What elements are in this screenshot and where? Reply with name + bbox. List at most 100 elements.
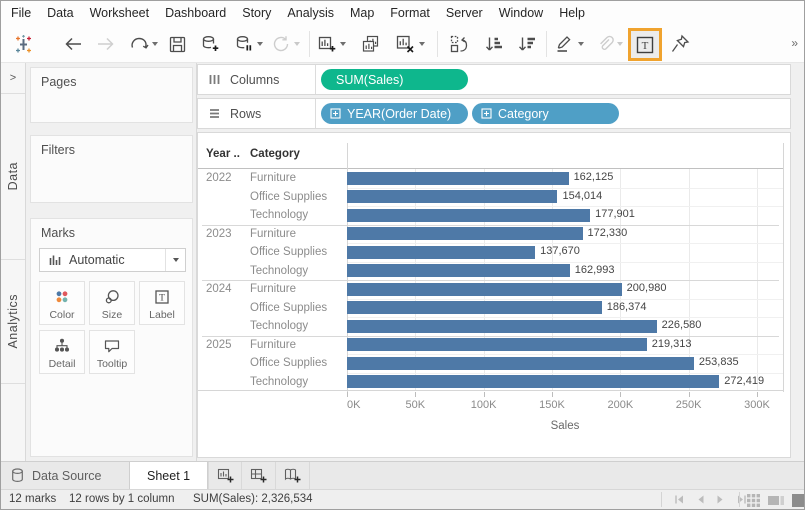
bar-mark[interactable]	[347, 375, 719, 388]
highlight-caret[interactable]	[578, 42, 584, 46]
pages-card[interactable]: Pages	[30, 67, 193, 123]
bar-mark[interactable]	[347, 357, 694, 370]
category-label[interactable]: Technology	[242, 373, 347, 392]
replay-button[interactable]	[127, 32, 151, 56]
first-icon[interactable]	[674, 494, 685, 505]
mark-button-label[interactable]: TLabel	[139, 281, 185, 325]
filmstrip-icon[interactable]	[768, 494, 784, 507]
sheet-sorter-icon[interactable]	[747, 494, 760, 507]
tab-sheet-1[interactable]: Sheet 1	[129, 462, 208, 489]
pill-year-order-date-[interactable]: YEAR(Order Date)	[321, 103, 468, 124]
mark-button-color[interactable]: Color	[39, 281, 85, 325]
bar-mark[interactable]	[347, 209, 590, 222]
category-label[interactable]: Office Supplies	[242, 188, 347, 207]
bar-mark[interactable]	[347, 190, 557, 203]
highlight-button[interactable]	[552, 32, 576, 56]
replay-caret[interactable]	[152, 42, 158, 46]
columns-shelf[interactable]: Columns SUM(Sales)	[197, 64, 791, 95]
sort-descending-button[interactable]	[515, 32, 539, 56]
tab-analytics[interactable]: Analytics	[1, 260, 25, 384]
category-label[interactable]: Furniture	[242, 336, 347, 355]
mark-button-detail[interactable]: Detail	[39, 330, 85, 374]
redo-button[interactable]	[94, 32, 118, 56]
menu-window[interactable]: Window	[491, 6, 551, 20]
year-label[interactable]	[198, 243, 242, 262]
pill-sum-sales-[interactable]: SUM(Sales)	[321, 69, 468, 90]
new-data-source-button[interactable]	[198, 32, 222, 56]
year-label[interactable]: 2025	[198, 336, 242, 355]
menu-help[interactable]: Help	[551, 6, 593, 20]
new-story-tab-button[interactable]	[276, 462, 310, 489]
rows-shelf[interactable]: Rows YEAR(Order Date)Category	[197, 98, 791, 129]
bar-mark[interactable]	[347, 320, 657, 333]
year-label[interactable]	[198, 206, 242, 225]
year-label[interactable]: 2024	[198, 280, 242, 299]
category-column-header[interactable]: Category	[250, 148, 300, 160]
pause-auto-updates-button[interactable]	[232, 32, 256, 56]
year-label[interactable]: 2022	[198, 169, 242, 188]
year-column-header[interactable]: Year ..	[206, 148, 240, 160]
bar-mark[interactable]	[347, 246, 535, 259]
new-worksheet-button[interactable]	[315, 32, 339, 56]
category-label[interactable]: Office Supplies	[242, 243, 347, 262]
category-label[interactable]: Technology	[242, 262, 347, 281]
menu-worksheet[interactable]: Worksheet	[82, 6, 158, 20]
clear-sheet-button[interactable]	[393, 32, 417, 56]
pause-auto-updates-caret[interactable]	[257, 42, 263, 46]
menu-map[interactable]: Map	[342, 6, 382, 20]
year-label[interactable]	[198, 373, 242, 392]
show-mark-labels-button[interactable]: T	[634, 34, 656, 56]
year-label[interactable]	[198, 317, 242, 336]
more-toolbar-items-button[interactable]: »	[791, 36, 798, 50]
category-label[interactable]: Technology	[242, 206, 347, 225]
expand-pane-button[interactable]: >	[1, 63, 25, 94]
undo-button[interactable]	[61, 32, 85, 56]
swap-rows-and-columns-button[interactable]	[447, 32, 471, 56]
year-label[interactable]	[198, 354, 242, 373]
tab-data-source[interactable]: Data Source	[1, 462, 121, 489]
bar-mark[interactable]	[347, 283, 622, 296]
mark-button-tooltip[interactable]: Tooltip	[89, 330, 135, 374]
category-label[interactable]: Furniture	[242, 169, 347, 188]
category-label[interactable]: Furniture	[242, 225, 347, 244]
category-label[interactable]: Office Supplies	[242, 299, 347, 318]
menu-dashboard[interactable]: Dashboard	[157, 6, 234, 20]
bar-mark[interactable]	[347, 227, 583, 240]
previous-icon[interactable]	[696, 494, 705, 505]
year-label[interactable]	[198, 262, 242, 281]
category-label[interactable]: Technology	[242, 317, 347, 336]
bar-mark[interactable]	[347, 338, 647, 351]
bar-mark[interactable]	[347, 301, 602, 314]
year-label[interactable]	[198, 299, 242, 318]
save-button[interactable]	[165, 32, 189, 56]
menu-file[interactable]: File	[3, 6, 39, 20]
duplicate-sheet-button[interactable]	[359, 32, 383, 56]
bar-mark[interactable]	[347, 172, 569, 185]
menu-format[interactable]: Format	[382, 6, 438, 20]
next-icon[interactable]	[716, 494, 725, 505]
category-label[interactable]: Office Supplies	[242, 354, 347, 373]
year-label[interactable]	[198, 188, 242, 207]
last-icon[interactable]	[736, 494, 747, 505]
year-label[interactable]: 2023	[198, 225, 242, 244]
menu-analysis[interactable]: Analysis	[279, 6, 342, 20]
menu-server[interactable]: Server	[438, 6, 491, 20]
mark-type-caret[interactable]	[165, 249, 185, 271]
x-axis-title[interactable]: Sales	[347, 420, 783, 432]
pill-category[interactable]: Category	[472, 103, 619, 124]
clear-sheet-caret[interactable]	[419, 42, 425, 46]
fix-axes-button[interactable]	[668, 32, 692, 56]
new-dashboard-tab-button[interactable]	[242, 462, 276, 489]
mark-type-dropdown[interactable]: Automatic	[39, 248, 186, 272]
menu-data[interactable]: Data	[39, 6, 81, 20]
new-worksheet-caret[interactable]	[340, 42, 346, 46]
bar-mark[interactable]	[347, 264, 570, 277]
tab-data[interactable]: Data	[1, 94, 25, 260]
category-label[interactable]: Furniture	[242, 280, 347, 299]
current-view-icon[interactable]	[792, 494, 805, 507]
menu-story[interactable]: Story	[234, 6, 279, 20]
sort-ascending-button[interactable]	[482, 32, 506, 56]
filters-card[interactable]: Filters	[30, 135, 193, 203]
new-worksheet-tab-button[interactable]	[208, 462, 242, 489]
mark-button-size[interactable]: Size	[89, 281, 135, 325]
